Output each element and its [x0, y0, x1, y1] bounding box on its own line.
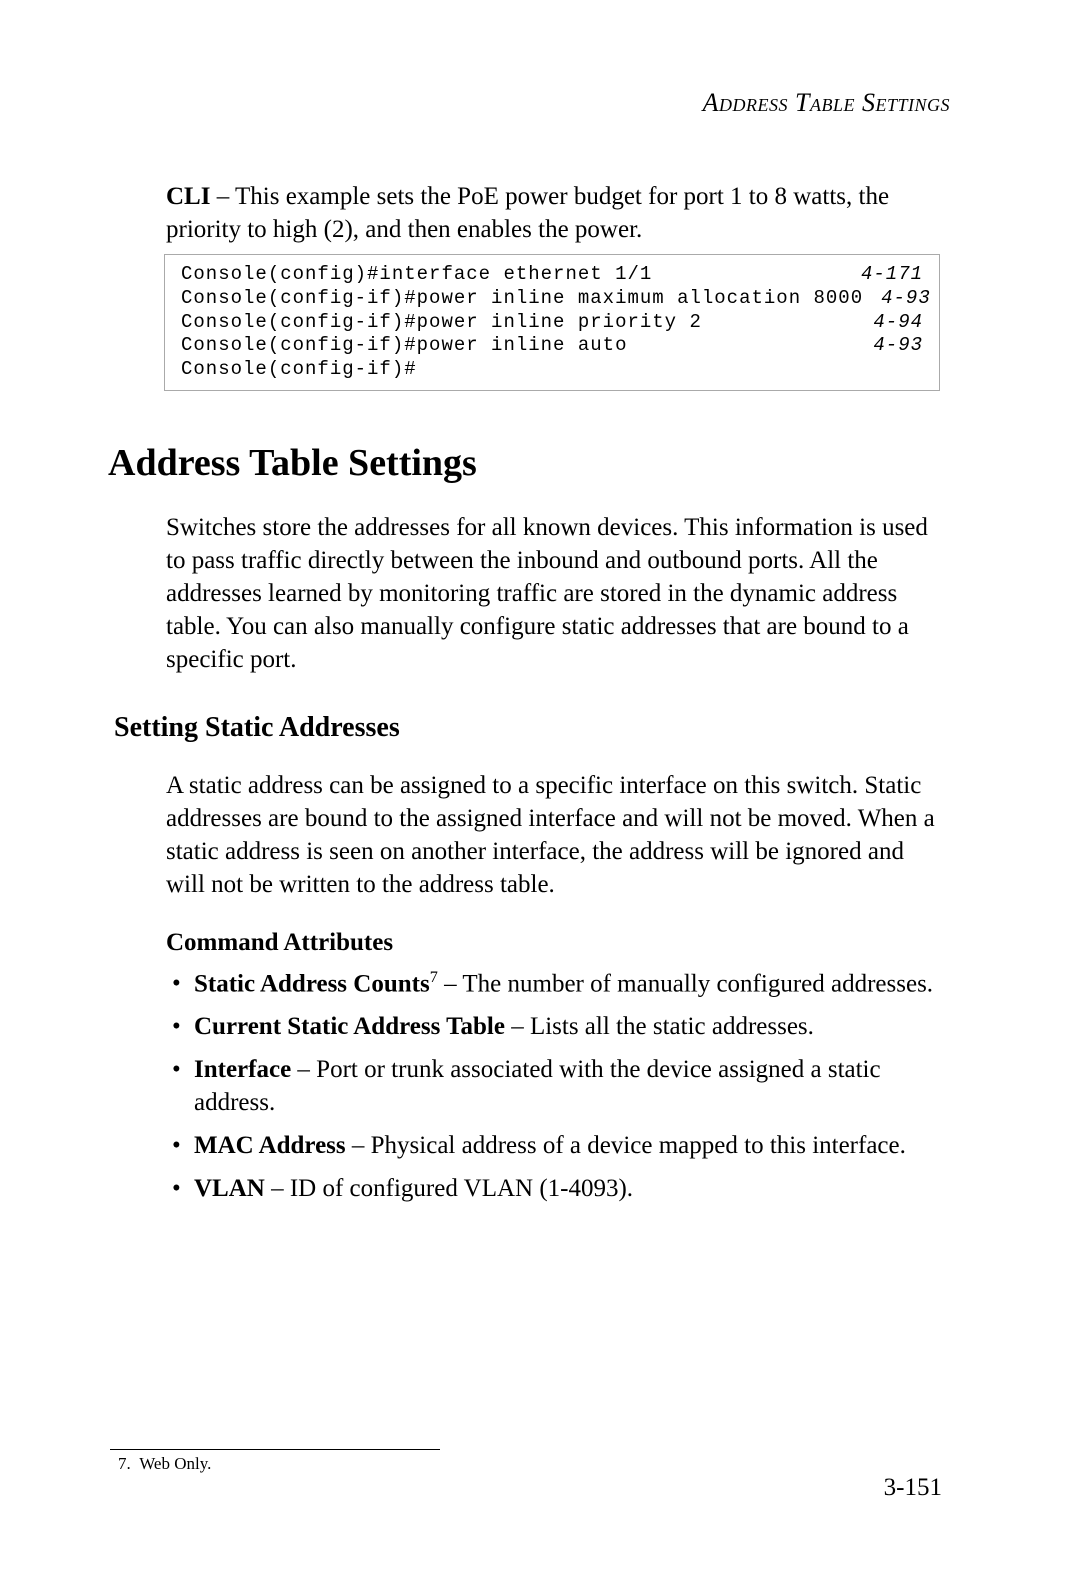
- cli-intro: CLI – This example sets the PoE power bu…: [166, 180, 940, 246]
- footnote-text: Web Only.: [139, 1454, 211, 1473]
- code-ref: 4-94: [855, 311, 923, 335]
- attribute-list: Static Address Counts7 – The number of m…: [166, 967, 940, 1205]
- attr-desc: – Lists all the static addresses.: [505, 1013, 814, 1040]
- list-item: Current Static Address Table – Lists all…: [166, 1010, 940, 1043]
- code-ref: 4-171: [843, 263, 923, 287]
- attr-desc: – ID of configured VLAN (1-4093).: [265, 1175, 633, 1202]
- code-cmd: Console(config-if)#power inline maximum …: [181, 287, 863, 311]
- page-number: 3-151: [884, 1474, 942, 1502]
- attr-term: Interface: [194, 1056, 291, 1083]
- attr-term: VLAN: [194, 1175, 265, 1202]
- list-item: Interface – Port or trunk associated wit…: [166, 1053, 940, 1119]
- code-line: Console(config-if)#power inline auto 4-9…: [181, 334, 923, 358]
- subsection-para: A static address can be assigned to a sp…: [166, 769, 940, 901]
- code-line: Console(config)#interface ethernet 1/1 4…: [181, 263, 923, 287]
- list-item: MAC Address – Physical address of a devi…: [166, 1129, 940, 1162]
- list-item: Static Address Counts7 – The number of m…: [166, 967, 940, 1000]
- section-body: Switches store the addresses for all kno…: [166, 511, 940, 676]
- code-ref: [905, 358, 923, 382]
- attr-desc: – Physical address of a device mapped to…: [346, 1132, 906, 1159]
- list-item: VLAN – ID of configured VLAN (1-4093).: [166, 1172, 940, 1205]
- attr-sup: 7: [430, 968, 438, 986]
- code-line: Console(config-if)#power inline priority…: [181, 311, 923, 335]
- attr-term: MAC Address: [194, 1132, 346, 1159]
- page: Address Table Settings CLI – This exampl…: [0, 0, 1080, 1570]
- attr-term: Current Static Address Table: [194, 1013, 505, 1040]
- code-ref: 4-93: [855, 334, 923, 358]
- section-para: Switches store the addresses for all kno…: [166, 511, 940, 676]
- code-cmd: Console(config-if)#power inline priority…: [181, 311, 702, 335]
- code-ref: 4-93: [863, 287, 931, 311]
- cli-label: CLI: [166, 183, 210, 210]
- attr-desc: – The number of manually configured addr…: [438, 970, 933, 997]
- attr-term: Static Address Counts: [194, 970, 430, 997]
- cli-code-block: Console(config)#interface ethernet 1/1 4…: [164, 254, 940, 391]
- section-heading: Address Table Settings: [108, 441, 940, 485]
- code-cmd: Console(config-if)#: [181, 358, 417, 382]
- footnote: 7. Web Only.: [118, 1454, 211, 1474]
- subsection-heading: Setting Static Addresses: [114, 712, 940, 744]
- footnote-rule: [110, 1449, 440, 1450]
- cli-intro-text: – This example sets the PoE power budget…: [166, 183, 889, 243]
- code-cmd: Console(config-if)#power inline auto: [181, 334, 627, 358]
- code-cmd: Console(config)#interface ethernet 1/1: [181, 263, 652, 287]
- attr-desc: – Port or trunk associated with the devi…: [194, 1056, 881, 1116]
- subsection-body: A static address can be assigned to a sp…: [166, 769, 940, 1205]
- footnote-marker: 7.: [118, 1454, 131, 1473]
- running-header: Address Table Settings: [108, 88, 950, 118]
- command-attributes-heading: Command Attributes: [166, 929, 940, 957]
- cli-intro-block: CLI – This example sets the PoE power bu…: [166, 180, 940, 246]
- code-line: Console(config-if)#power inline maximum …: [181, 287, 923, 311]
- code-line: Console(config-if)#: [181, 358, 923, 382]
